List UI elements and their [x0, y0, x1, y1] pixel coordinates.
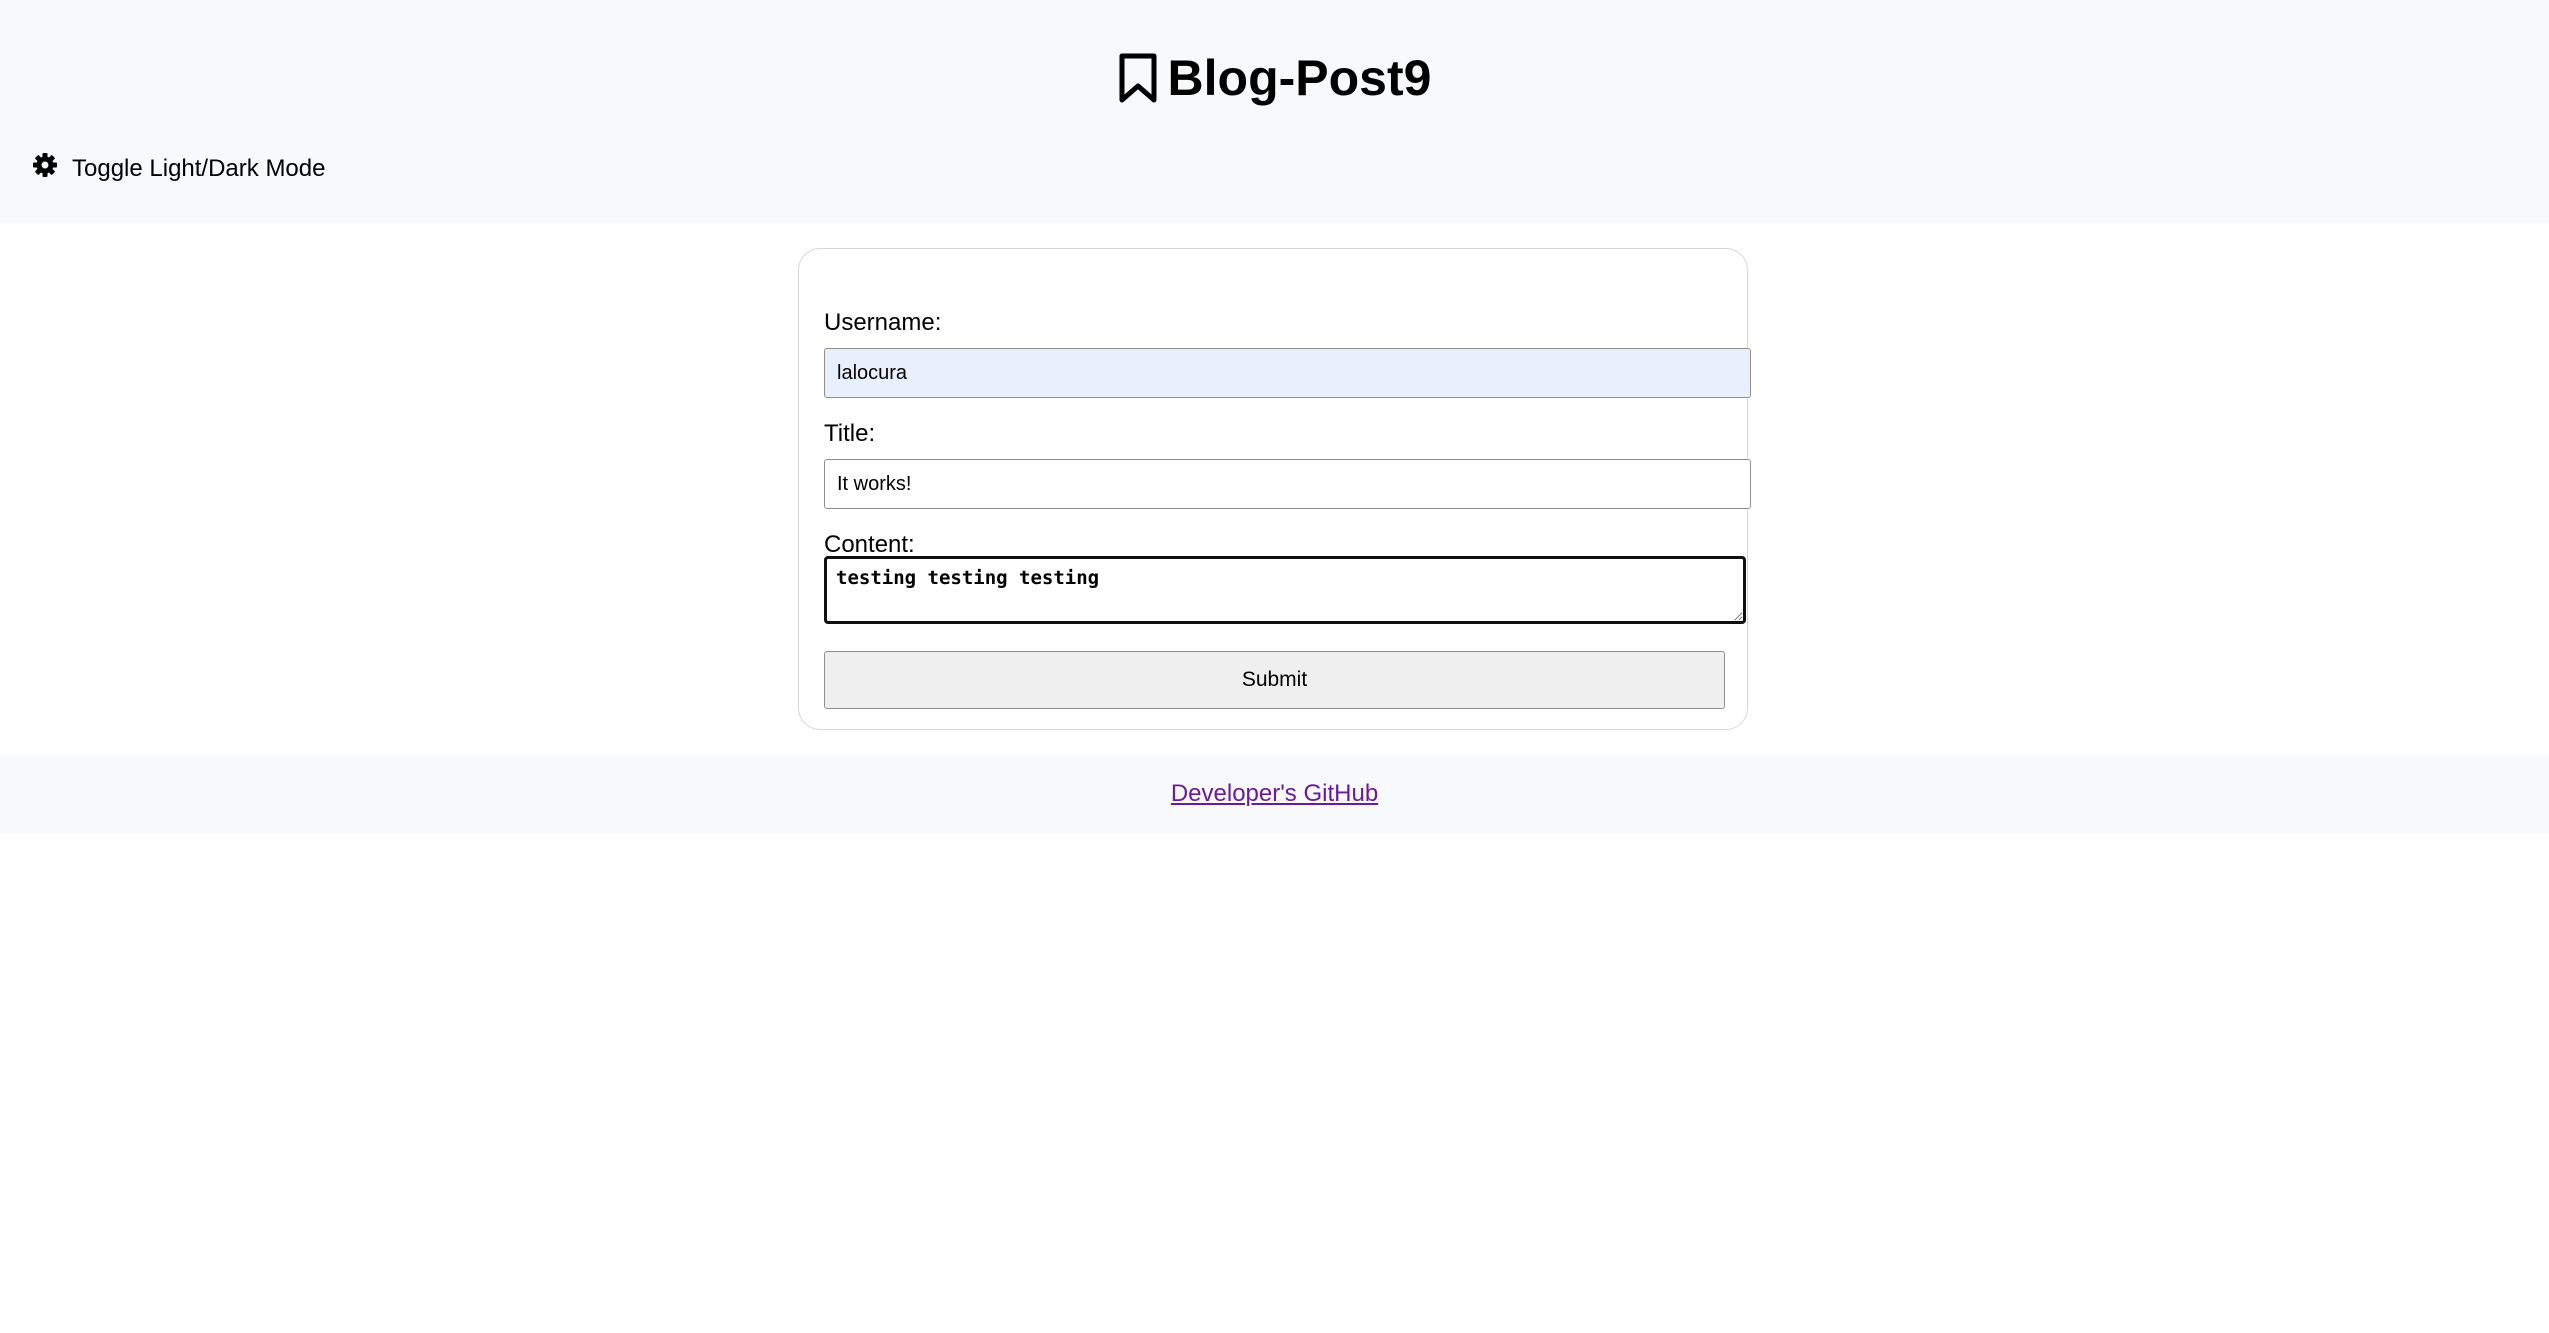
- site-footer: Developer's GitHub: [0, 755, 2549, 833]
- theme-toggle-button[interactable]: Toggle Light/Dark Mode: [32, 152, 325, 185]
- title-input[interactable]: [824, 459, 1751, 509]
- content-label: Content:: [824, 531, 915, 558]
- submit-button[interactable]: Submit: [824, 651, 1725, 709]
- bookmark-icon: [1118, 53, 1158, 118]
- theme-toggle-label: Toggle Light/Dark Mode: [72, 154, 326, 182]
- username-label: Username:: [824, 309, 942, 336]
- content-textarea[interactable]: testing testing testing: [824, 556, 1746, 624]
- developer-github-link[interactable]: Developer's GitHub: [1171, 780, 1378, 808]
- site-header: Blog-Post9 Toggle Light/Dark Mode: [0, 0, 2549, 223]
- main-content: Username: Title: Content: testing testin…: [0, 223, 2549, 755]
- site-title: Blog-Post9: [0, 46, 2549, 118]
- gear-icon: [32, 152, 58, 185]
- username-input[interactable]: [824, 348, 1751, 398]
- site-title-text: Blog-Post9: [1167, 50, 1432, 106]
- title-label: Title:: [824, 420, 876, 447]
- blog-post-form: Username: Title: Content: testing testin…: [798, 248, 1751, 730]
